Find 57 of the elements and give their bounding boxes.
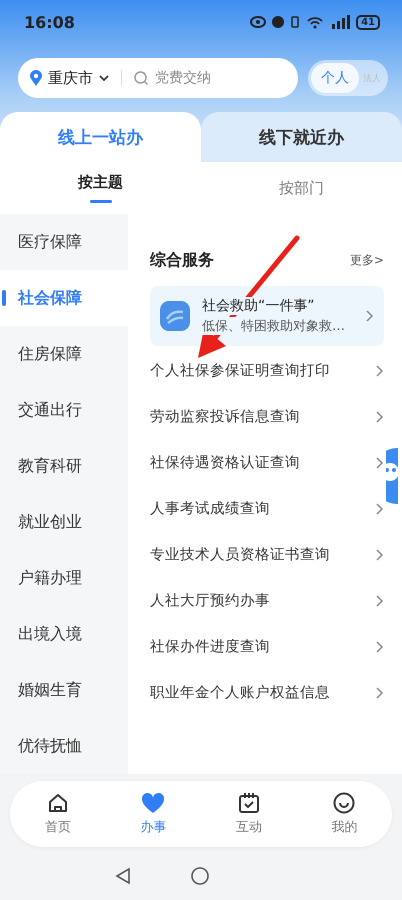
tab-underline [90,200,112,203]
battery-indicator: 41 [356,14,380,30]
search-icon [134,70,149,86]
sidebar-item[interactable]: 医疗保障 [0,214,128,270]
sidebar-item[interactable]: 优待抚恤 [0,718,128,774]
sidebar-item[interactable]: 出境入境 [0,606,128,662]
service-item[interactable]: 劳动监察投诉信息查询 [150,394,384,440]
nav-tab[interactable]: 首页 [10,781,106,847]
chevron-icon [376,641,384,653]
smile-icon [333,792,356,814]
service-tab[interactable]: 线上一站办 [0,112,201,162]
chevron-icon [376,411,384,423]
chevron-icon [376,365,384,377]
identity-option[interactable]: 个人 [311,63,359,93]
dropdown-caret-icon [99,74,109,82]
service-item[interactable]: 社保办件进度查询 [150,624,384,670]
hands-icon [160,301,190,331]
nav-tab[interactable]: 互动 [201,781,296,847]
service-item[interactable]: 职业年金个人账户权益信息 [150,670,384,716]
chevron-icon [376,595,384,607]
city-selector[interactable]: 重庆市 [48,68,93,88]
status-time: 16:08 [24,12,75,32]
sidebar-item[interactable]: 住房保障 [0,326,128,382]
chevron-icon [376,503,384,515]
location-pin-icon [30,70,42,86]
search-field[interactable]: 重庆市 党费交纳 [18,58,298,98]
selection-bar [2,290,6,306]
sidebar-item[interactable]: 教育科研 [0,438,128,494]
sidebar-item[interactable]: 婚姻生育 [0,662,128,718]
feature-card[interactable]: 社会救助“一件事” 低保、特困救助对象救… [150,286,384,346]
service-item[interactable]: 人事考试成绩查询 [150,486,384,532]
sidebar-item[interactable]: 户籍办理 [0,550,128,606]
heart-icon [141,792,166,814]
calendar-icon [238,792,260,814]
back-icon[interactable] [115,867,131,885]
category-tab[interactable]: 按主题 [0,162,201,214]
chevron-icon [376,457,384,469]
more-link[interactable]: 更多> [350,252,384,268]
chevron-icon [376,687,384,699]
service-item[interactable]: 个人社保参保证明查询打印 [150,348,384,394]
nav-tab[interactable]: 办事 [106,781,201,847]
home-icon [46,792,69,814]
service-item[interactable]: 社保待遇资格认证查询 [150,440,384,486]
search-placeholder: 党费交纳 [155,69,211,87]
service-item[interactable]: 人社大厅预约办事 [150,578,384,624]
service-item[interactable]: 专业技术人员资格证书查询 [150,532,384,578]
home-circle-icon[interactable] [191,867,209,885]
card-title: 社会救助“一件事” [202,297,315,315]
nav-tab[interactable]: 我的 [296,781,392,847]
chevron-icon [376,549,384,561]
sidebar-item[interactable]: 就业创业 [0,494,128,550]
category-tab[interactable]: 按部门 [201,162,402,214]
section-title: 综合服务 [150,250,214,270]
sidebar-item[interactable]: 交通出行 [0,382,128,438]
sidebar-item[interactable]: 社会保障 [0,270,128,326]
chevron-icon [366,310,374,322]
card-subtitle: 低保、特困救助对象救… [202,317,345,335]
